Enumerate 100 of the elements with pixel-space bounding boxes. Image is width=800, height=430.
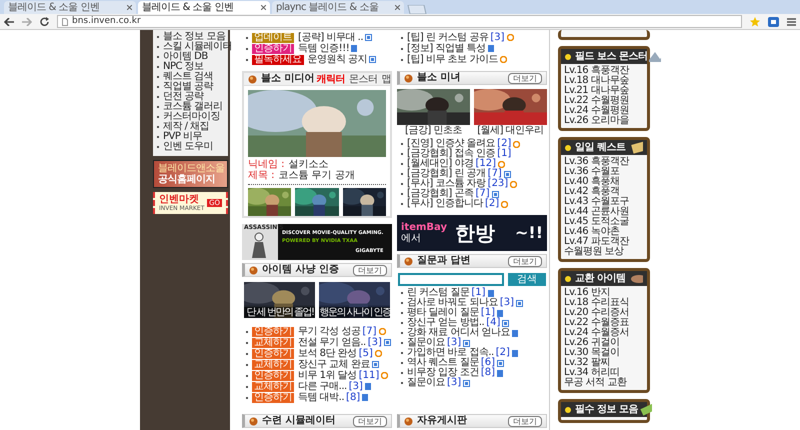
- post-link[interactable]: 무기 각성 성공: [298, 326, 360, 337]
- menu-link[interactable]: 아이템 DB: [163, 52, 208, 62]
- panel-link[interactable]: Lv.42 흑풍객: [564, 187, 644, 197]
- post-link[interactable]: 다른 구매...: [298, 381, 347, 392]
- post-link[interactable]: 전설 무기 얻음..: [298, 337, 366, 348]
- banner-text: 인벤마켓: [159, 194, 200, 204]
- post-link[interactable]: [금강협회] 곤족: [407, 189, 474, 199]
- panel-link[interactable]: Lv.45 도적소굴: [564, 217, 644, 227]
- panel-link[interactable]: Lv.22 수월평원: [564, 96, 644, 106]
- panel-link[interactable]: Lv.16 흑풍객잔: [564, 66, 644, 76]
- post-link[interactable]: 강화 재료 어디서 얻나요: [407, 328, 510, 338]
- more-button[interactable]: 더보기: [353, 416, 387, 426]
- menu-link[interactable]: 제작 / 채집: [163, 122, 210, 132]
- menu-link[interactable]: 커스터마이징: [163, 112, 220, 122]
- post-link[interactable]: 장신구 얻는 방법..: [407, 318, 484, 328]
- post-link[interactable]: [월세대인] 야경: [407, 159, 474, 169]
- panel-link[interactable]: Lv.46 녹야촌: [564, 227, 644, 237]
- section-title: 수련 시뮬레이터: [262, 415, 336, 427]
- menu-link[interactable]: 인벤 도우미: [163, 142, 214, 152]
- hot-icon: [513, 140, 520, 148]
- post-link[interactable]: [무사] 코스튬 자랑: [407, 179, 486, 189]
- post-link[interactable]: 보석 8단 완성: [298, 348, 357, 359]
- panel-link[interactable]: 무공 서적 교환: [564, 378, 644, 388]
- panel-link[interactable]: Lv.36 흑풍객잔: [564, 157, 644, 167]
- browser-tab[interactable]: 블레이드 & 소울 인벤: [138, 1, 270, 14]
- more-button[interactable]: 더보기: [353, 264, 387, 276]
- more-button[interactable]: 더보기: [508, 72, 542, 84]
- comment-count: [7]: [475, 189, 490, 199]
- comment-count: [3]: [348, 381, 363, 392]
- menu-link[interactable]: 퀘스트 검색: [163, 72, 214, 82]
- panel-link[interactable]: Lv.47 파도객잔: [564, 237, 644, 247]
- menu-link[interactable]: 블소 정보 모음: [163, 32, 226, 42]
- post-link[interactable]: 평타 딜레이 질문: [407, 308, 479, 318]
- panel-link[interactable]: Lv.24 수월평원: [564, 106, 644, 116]
- more-button[interactable]: 더보기: [508, 256, 542, 266]
- post-link[interactable]: 가입하면 바로 접속..: [407, 348, 494, 358]
- section-title: 자유게시판: [417, 415, 468, 427]
- post-link[interactable]: [팁] 비무 초보 가이드: [407, 54, 498, 65]
- menu-link[interactable]: 직업별 공략: [163, 82, 214, 92]
- panel-title: 일일 퀘스트: [575, 142, 626, 153]
- post-link[interactable]: [팁] 린 커스텀 공유: [407, 32, 488, 43]
- browser-tab[interactable]: plaync 블레이드 & 소울: [272, 1, 404, 14]
- close-icon: [261, 5, 266, 10]
- post-link[interactable]: 검사로 바꿔도 되나요: [407, 298, 498, 308]
- category-tag: 인증하기: [252, 392, 294, 402]
- search-button[interactable]: 검색: [508, 273, 546, 286]
- menu-link[interactable]: PVP 비무: [163, 132, 202, 142]
- panel-link[interactable]: Lv.16 반지: [564, 288, 644, 298]
- image-icon: [497, 360, 504, 366]
- post-link[interactable]: 득템 대박..: [298, 392, 344, 403]
- post-link[interactable]: 득템 인증!!!: [298, 43, 350, 54]
- post-link[interactable]: [진영] 인증샷 올려요: [407, 139, 496, 149]
- panel-link[interactable]: Lv.22 수월증표: [564, 318, 644, 328]
- menu-link[interactable]: 던전 공략: [163, 92, 204, 102]
- media-tab[interactable]: 맵: [379, 74, 393, 85]
- address-bar[interactable]: bns.inven.co.kr: [57, 15, 742, 28]
- panel-link[interactable]: Lv.44 곤륜사원: [564, 207, 644, 217]
- orb-icon: [249, 416, 258, 426]
- book-icon: [638, 403, 652, 416]
- menu-link[interactable]: NPC 정보: [163, 62, 204, 72]
- menu-link[interactable]: 코스튬 갤러리: [163, 102, 223, 112]
- post-link[interactable]: [공략] 비무대 ..: [298, 32, 364, 43]
- image-caption: 단 세 번만의 졸업!: [244, 307, 315, 318]
- post-link[interactable]: 비무장 입장 조건: [407, 368, 479, 378]
- post-link[interactable]: [금강협회] 접속 인증: [407, 149, 496, 159]
- panel-link[interactable]: Lv.30 목걸이: [564, 348, 644, 358]
- image-icon: [365, 34, 372, 41]
- post-link[interactable]: [정보] 직업별 특성: [407, 43, 486, 54]
- post-link[interactable]: 린 커스텀 질문: [407, 288, 470, 298]
- panel-link[interactable]: Lv.40 흑풍채: [564, 177, 644, 187]
- search-field[interactable]: [398, 273, 504, 286]
- post-link[interactable]: 질문이요: [407, 338, 445, 348]
- panel-link[interactable]: Lv.32 팔찌: [564, 358, 644, 368]
- panel-link[interactable]: Lv.34 허리띠: [564, 368, 644, 378]
- more-button[interactable]: 더보기: [508, 416, 542, 426]
- post-link[interactable]: [무사] 인증합니다: [407, 199, 483, 209]
- homepage-banner[interactable]: 블레이드앤소울 공식홈페이지: [153, 160, 228, 188]
- image-icon: [463, 340, 470, 346]
- section-title: 질문과 답변: [417, 255, 472, 267]
- panel-link[interactable]: Lv.18 대나무숲: [564, 76, 644, 86]
- browser-tab[interactable]: 블레이드 & 소울 인벤: [4, 1, 136, 14]
- panel-link[interactable]: Lv.43 수월포구: [564, 197, 644, 207]
- panel-link[interactable]: Lv.20 수리증서: [564, 308, 644, 318]
- post-link[interactable]: 장신구 교체 완료: [298, 359, 370, 370]
- panel-link[interactable]: Lv.26 귀걸이: [564, 338, 644, 348]
- panel-link[interactable]: Lv.21 대나무숲: [564, 86, 644, 96]
- post-link[interactable]: 질문이요: [407, 378, 445, 388]
- post-link[interactable]: [금강협회] 린 공개: [407, 169, 486, 179]
- panel-link[interactable]: Lv.18 수리표식: [564, 298, 644, 308]
- post-link[interactable]: 운영원칙 공지: [308, 54, 368, 65]
- post-link[interactable]: 역사 퀘스트 질문: [407, 358, 479, 368]
- category-tag: 필독하세요: [252, 54, 304, 64]
- panel-link[interactable]: Lv.36 수월포: [564, 167, 644, 177]
- media-tab[interactable]: 캐릭터: [314, 74, 347, 85]
- post-link[interactable]: 비무 1위 달성: [298, 370, 357, 381]
- panel-link[interactable]: 수월평원 보상: [564, 247, 644, 257]
- panel-link[interactable]: Lv.24 수월증서: [564, 328, 644, 338]
- panel-link[interactable]: Lv.26 오리마을: [564, 116, 644, 126]
- close-icon: [395, 5, 400, 10]
- media-tab[interactable]: 몬스터: [346, 74, 380, 85]
